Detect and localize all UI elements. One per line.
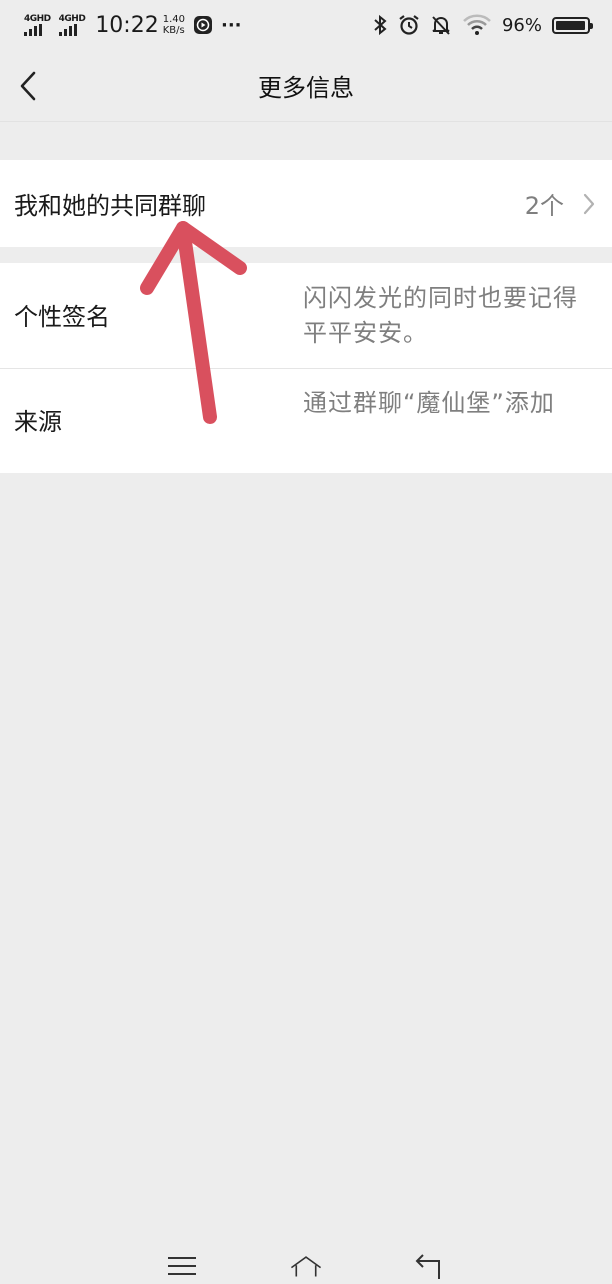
page-title: 更多信息 [258, 74, 354, 102]
chevron-left-icon [20, 71, 36, 101]
source-value: 通过群聊“魔仙堡”添加 [303, 389, 555, 417]
wifi-icon [463, 14, 491, 35]
menu-icon [168, 1257, 196, 1275]
signal-bars-icon [58, 23, 77, 36]
alarm-icon [399, 15, 419, 35]
bluetooth-icon [374, 14, 387, 36]
signature-row: 个性签名 闪闪发光的同时也要记得平平安安。 [0, 263, 612, 368]
status-right: 96% [372, 14, 593, 36]
speed-value: 1.40 [162, 14, 185, 25]
battery-percent: 96% [501, 14, 542, 36]
home-key[interactable] [289, 1252, 323, 1280]
back-key[interactable] [413, 1252, 447, 1280]
silent-bell-icon [432, 16, 450, 35]
source-row: 来源 通过群聊“魔仙堡”添加 [0, 368, 612, 473]
info-group: 个性签名 闪闪发光的同时也要记得平平安安。 来源 通过群聊“魔仙堡”添加 [0, 263, 612, 473]
network-speed: 1.40 KB/s [163, 14, 185, 36]
signature-label: 个性签名 [14, 303, 110, 331]
battery-fill [556, 20, 585, 30]
more-notifications-icon: ··· [220, 14, 242, 36]
speed-unit: KB/s [162, 25, 185, 36]
common-groups-count: 2个 [524, 192, 564, 220]
common-groups-label: 我和她的共同群聊 [14, 192, 206, 220]
network-type-label: 4GHD [58, 13, 86, 24]
home-icon [290, 1256, 322, 1277]
common-groups-row[interactable]: 我和她的共同群聊 2个 [0, 160, 612, 247]
signature-value: 闪闪发光的同时也要记得平平安安。 [303, 284, 578, 347]
network-type-label: 4GHD [24, 13, 51, 24]
signal-2: 4GHD [58, 13, 86, 36]
back-button[interactable] [10, 68, 46, 104]
source-label: 来源 [14, 408, 62, 436]
battery-icon [552, 16, 593, 34]
status-bar: 4GHD 4GHD 10:22 1.40 KB/s ··· 96% [0, 0, 612, 50]
clock: 10:22 [95, 12, 159, 38]
menu-key[interactable] [165, 1252, 199, 1280]
signal-bars-icon [24, 23, 42, 36]
return-icon [415, 1254, 440, 1279]
nav-bar: 更多信息 [0, 50, 612, 122]
signal-1: 4GHD [24, 13, 51, 36]
chevron-right-icon [582, 192, 598, 216]
play-icon [193, 16, 212, 34]
system-nav-bar [0, 1244, 612, 1284]
